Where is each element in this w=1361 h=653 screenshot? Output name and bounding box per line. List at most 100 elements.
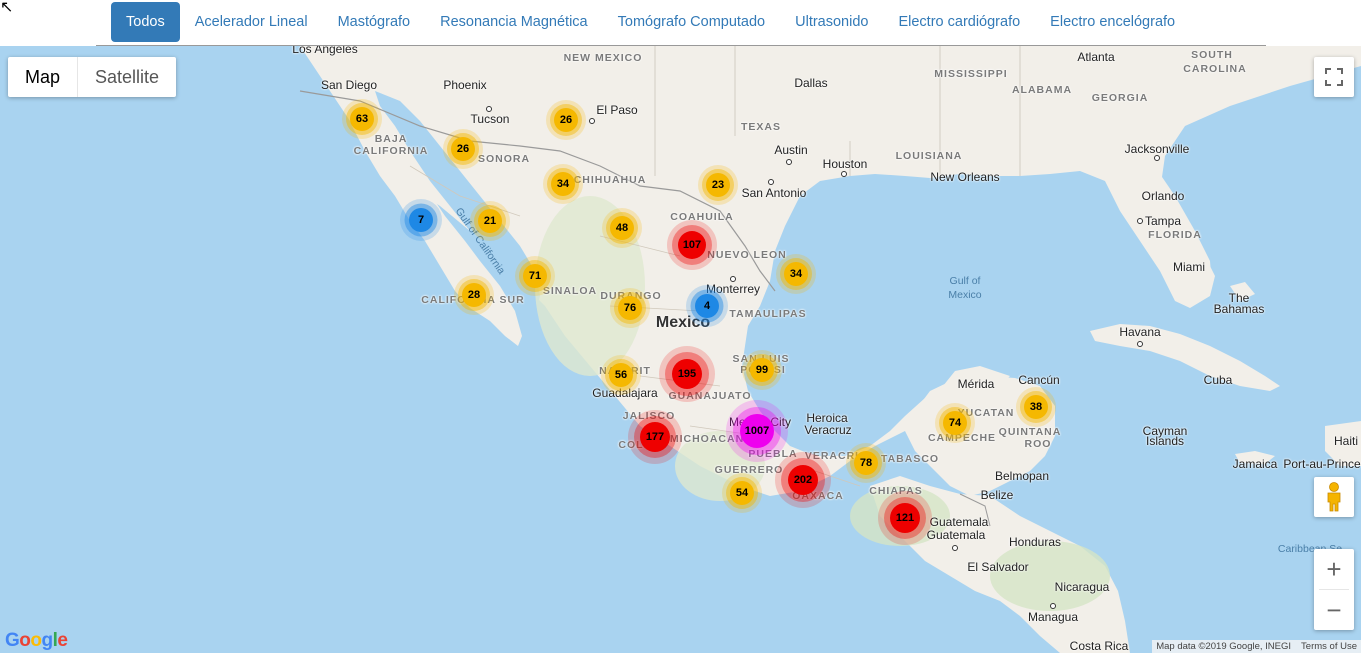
label-islands: Islands — [1145, 434, 1185, 448]
city-dot — [730, 276, 736, 282]
tab-mastografo[interactable]: Mastógrafo — [323, 2, 426, 42]
label-austin: Austin — [774, 143, 808, 157]
label-managua: Managua — [1027, 610, 1079, 624]
label-havana: Havana — [1119, 325, 1161, 339]
map-type-control: Map Satellite — [8, 57, 177, 97]
map-attribution: Map data ©2019 Google, INEGI Terms of Us… — [1152, 640, 1361, 653]
label-south-carolina: SOUTH — [1191, 49, 1233, 61]
cluster-marker[interactable]: 107 — [667, 220, 717, 270]
label-gulf-of-mexico: Gulf of — [949, 275, 981, 287]
cluster-marker[interactable]: 38 — [1016, 387, 1056, 427]
label-country-guatemala: Guatemala — [929, 515, 989, 529]
tabs-bar: ↖ Todos Acelerador Lineal Mastógrafo Res… — [0, 0, 1361, 47]
tab-todos[interactable]: Todos — [111, 2, 180, 42]
city-dot — [1154, 155, 1160, 161]
map-type-satellite-button[interactable]: Satellite — [77, 57, 176, 97]
label-haiti: Haiti — [1333, 434, 1359, 448]
label-phoenix: Phoenix — [443, 78, 487, 92]
city-dot — [589, 118, 595, 124]
city-dot — [768, 179, 774, 185]
city-dot — [786, 159, 792, 165]
label-new-mexico: NEW MEXICO — [563, 52, 643, 64]
label-jacksonville: Jacksonville — [1124, 142, 1190, 156]
city-dot — [486, 106, 492, 112]
label-mississippi: MISSISSIPPI — [934, 68, 1008, 80]
equipment-tabs: Todos Acelerador Lineal Mastógrafo Reson… — [96, 0, 1266, 46]
fullscreen-icon — [1325, 68, 1343, 86]
label-honduras: Honduras — [1008, 535, 1062, 549]
cluster-marker[interactable]: 121 — [878, 491, 932, 545]
street-view-pegman-button[interactable] — [1314, 477, 1354, 517]
city-dot — [841, 171, 847, 177]
tab-ultrasonido[interactable]: Ultrasonido — [780, 2, 883, 42]
city-dot — [952, 545, 958, 551]
map-canvas[interactable]: Los Angeles San Diego Phoenix Tucson El … — [0, 46, 1361, 653]
pegman-icon — [1327, 482, 1341, 512]
tab-electro-encelografo[interactable]: Electro encelógrafo — [1035, 2, 1190, 42]
label-new-orleans: New Orleans — [930, 170, 1000, 184]
label-san-antonio: San Antonio — [741, 186, 807, 200]
cluster-marker[interactable]: 74 — [935, 403, 975, 443]
label-tucson: Tucson — [470, 112, 510, 126]
tab-acelerador-lineal[interactable]: Acelerador Lineal — [180, 2, 323, 42]
label-baja: BAJA — [374, 133, 408, 145]
cluster-marker[interactable]: 23 — [698, 165, 738, 205]
fullscreen-button[interactable] — [1314, 57, 1354, 97]
cluster-marker[interactable]: 7 — [400, 199, 442, 241]
cluster-marker[interactable]: 21 — [470, 201, 510, 241]
label-el-paso: El Paso — [596, 103, 638, 117]
tab-electro-cardiografo[interactable]: Electro cardiógrafo — [883, 2, 1035, 42]
cluster-marker[interactable]: 1007 — [726, 400, 788, 462]
cluster-marker[interactable]: 78 — [846, 443, 886, 483]
label-tabasco: TABASCO — [880, 453, 940, 465]
cluster-marker[interactable]: 34 — [776, 254, 816, 294]
map-type-map-button[interactable]: Map — [8, 57, 77, 97]
cluster-marker[interactable]: 99 — [742, 350, 782, 390]
cluster-marker[interactable]: 48 — [602, 208, 642, 248]
tab-resonancia-magnetica[interactable]: Resonancia Magnética — [425, 2, 603, 42]
cluster-marker[interactable]: 34 — [543, 164, 583, 204]
label-el-salvador: El Salvador — [967, 560, 1029, 574]
cluster-marker[interactable]: 26 — [443, 129, 483, 169]
zoom-out-button[interactable]: − — [1314, 590, 1354, 630]
label-tamaulipas: TAMAULIPAS — [729, 308, 807, 320]
label-california: CALIFORNIA — [353, 145, 429, 157]
cluster-marker[interactable]: 4 — [686, 285, 728, 327]
label-belize: Belize — [980, 488, 1014, 502]
cluster-marker[interactable]: 54 — [722, 473, 762, 513]
google-logo[interactable]: Google — [5, 630, 68, 652]
label-gulf-of-mexico-2: Mexico — [948, 289, 982, 301]
cluster-marker[interactable]: 56 — [601, 355, 641, 395]
city-dot — [1137, 341, 1143, 347]
cluster-marker[interactable]: 71 — [515, 256, 555, 296]
label-costa-rica: Costa Rica — [1069, 639, 1129, 653]
label-louisiana: LOUISIANA — [895, 150, 963, 162]
label-cuba: Cuba — [1203, 373, 1233, 387]
label-roo: ROO — [1024, 438, 1052, 450]
label-bahamas: Bahamas — [1213, 302, 1265, 316]
zoom-in-button[interactable]: + — [1314, 549, 1354, 589]
label-quintana: QUINTANA — [998, 426, 1062, 438]
label-port-au-prince: Port-au-Prince — [1283, 457, 1361, 471]
label-cancun: Cancún — [1018, 373, 1060, 387]
label-guatemala-city: Guatemala — [926, 528, 986, 542]
cluster-marker[interactable]: 76 — [610, 288, 650, 328]
label-veracruz-city: Veracruz — [804, 423, 852, 437]
city-dot — [1137, 218, 1143, 224]
terms-of-use-link[interactable]: Terms of Use — [1301, 641, 1357, 653]
label-orlando: Orlando — [1141, 189, 1185, 203]
cluster-marker[interactable]: 28 — [454, 275, 494, 315]
cluster-marker[interactable]: 63 — [342, 99, 382, 139]
label-texas: TEXAS — [740, 121, 782, 133]
label-alabama: ALABAMA — [1011, 84, 1073, 96]
cluster-marker[interactable]: 26 — [546, 100, 586, 140]
label-tampa: Tampa — [1144, 214, 1182, 228]
label-los-angeles: Los Angeles — [292, 46, 358, 56]
cluster-marker[interactable]: 177 — [628, 410, 682, 464]
cluster-marker[interactable]: 202 — [775, 452, 831, 508]
cluster-marker[interactable]: 195 — [659, 346, 715, 402]
zoom-control: + − — [1314, 549, 1354, 630]
tab-tomografo-computado[interactable]: Tomógrafo Computado — [603, 2, 781, 42]
label-atlanta: Atlanta — [1077, 50, 1115, 64]
label-nicaragua: Nicaragua — [1054, 580, 1110, 594]
